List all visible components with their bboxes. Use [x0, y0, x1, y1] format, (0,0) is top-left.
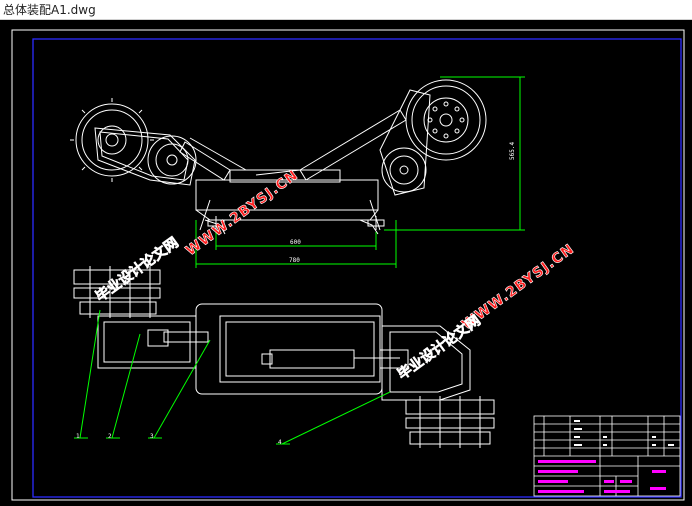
left-sprocket — [70, 98, 154, 182]
dim-780: 780 — [289, 257, 300, 264]
title-block-magenta — [538, 460, 666, 493]
elevation-view — [70, 79, 487, 235]
drawing-svg: 600 780 565.4 1 2 3 4 WWW.2BYSJ.CN 毕业设计论… — [11, 29, 685, 501]
part-label-4: 4 — [278, 439, 282, 446]
part-label-2: 2 — [108, 433, 112, 440]
sheet-outer-frame — [11, 29, 685, 501]
cad-canvas[interactable]: 600 780 565.4 1 2 3 4 WWW.2BYSJ.CN 毕业设计论… — [0, 20, 692, 506]
dimension-lines — [195, 76, 525, 268]
dim-600: 600 — [290, 239, 301, 246]
title-block — [533, 415, 681, 497]
window-titlebar: 总体装配A1.dwg — [0, 0, 692, 20]
part-label-1: 1 — [76, 433, 80, 440]
window-title: 总体装配A1.dwg — [3, 3, 96, 17]
part-label-3: 3 — [150, 433, 154, 440]
dim-565: 565.4 — [509, 142, 516, 160]
leader-lines — [74, 309, 391, 445]
